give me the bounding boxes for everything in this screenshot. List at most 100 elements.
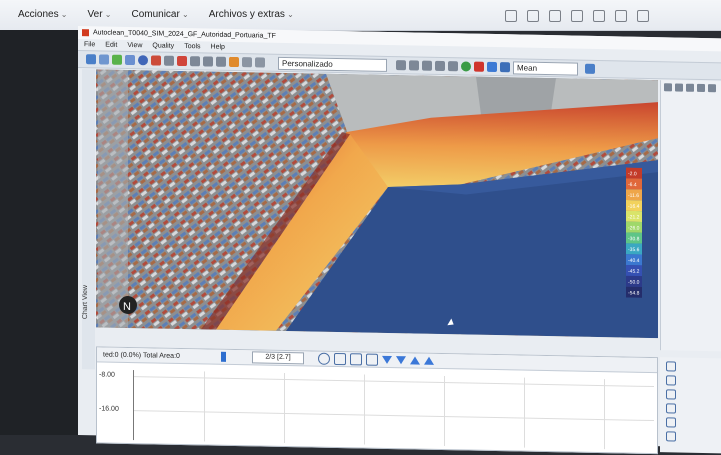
bathymetry-map[interactable]: N -2.0 -6.4 -11.6 -16.4 -21.2 -26.0 -30.8 -35.6… (96, 69, 658, 339)
profile-slider[interactable] (221, 351, 226, 362)
profile-select[interactable]: Personalizado (278, 56, 387, 72)
delete-icon[interactable] (474, 61, 484, 72)
legend-label: -35.6 (628, 247, 640, 253)
svg-text:N: N (123, 301, 131, 313)
close-icon[interactable] (697, 83, 705, 93)
menu-help[interactable]: Help (211, 44, 225, 51)
grid-icon[interactable] (396, 60, 406, 71)
down-arrow-icon[interactable] (382, 355, 392, 365)
light-icon[interactable] (686, 83, 694, 92)
depth-legend: -2.0 -6.4 -11.6 -16.4 -21.2 -26.0 -30.8 -35.6 -4… (626, 167, 642, 298)
open-icon[interactable] (86, 54, 96, 65)
menu-ver[interactable]: Ver (88, 9, 112, 20)
file-icon[interactable] (615, 10, 627, 22)
monitor-icon[interactable] (505, 10, 517, 22)
pan-icon[interactable] (203, 56, 213, 67)
legend-label: -21.2 (628, 214, 640, 220)
hexagon-icon[interactable] (666, 375, 676, 386)
app-title: Autoclean_T0040_SIM_2024_GF_Autoridad_Po… (93, 29, 276, 40)
legend-label: -30.8 (628, 236, 640, 242)
profile-chart: ted:0 (0.0%) Total Area:0 2/3 [2.7] -8.0… (96, 346, 658, 455)
right-panel (660, 80, 721, 352)
page-indicator[interactable]: 2/3 [2.7] (252, 351, 304, 365)
globe-icon[interactable] (138, 55, 148, 66)
move-icon[interactable] (350, 353, 362, 366)
legend-label: -2.0 (628, 171, 637, 177)
save-icon[interactable] (99, 54, 109, 65)
menu-edit[interactable]: Edit (105, 42, 117, 49)
grid-line (604, 379, 605, 450)
surface-icon[interactable] (487, 61, 497, 73)
menu-view[interactable]: View (127, 42, 142, 49)
emoji-icon[interactable] (571, 10, 583, 22)
select-icon[interactable] (164, 55, 174, 66)
outer-icons (505, 10, 649, 22)
zoom-icon[interactable] (190, 56, 200, 67)
redo-icon[interactable] (255, 57, 265, 68)
download-icon[interactable] (637, 10, 649, 22)
legend-label: -45.2 (628, 269, 640, 275)
image-icon[interactable] (666, 417, 676, 428)
up-arrow-2-icon[interactable] (424, 356, 434, 365)
rotate-icon[interactable] (318, 352, 330, 365)
menu-quality[interactable]: Quality (152, 42, 174, 49)
wand-icon[interactable] (448, 61, 458, 72)
y-tick-label: -8.00 (99, 371, 115, 379)
fit-icon[interactable] (334, 352, 346, 366)
window-icon[interactable] (549, 10, 561, 22)
up-arrow-icon[interactable] (410, 356, 420, 365)
map-svg: N (96, 69, 658, 339)
brush-icon[interactable] (422, 60, 432, 71)
expand-icon[interactable] (366, 353, 378, 366)
grid-line (134, 376, 654, 388)
status-text: ted:0 (0.0%) Total Area:0 (103, 350, 180, 360)
statistic-icon[interactable] (500, 62, 510, 73)
y-tick-label: -16.00 (99, 405, 119, 413)
screen-share-icon[interactable] (593, 10, 605, 22)
lasso-icon[interactable] (435, 60, 445, 72)
app-logo-icon (82, 29, 89, 37)
legend-label: -54.8 (628, 290, 640, 296)
measure-icon[interactable] (216, 56, 226, 67)
pin-icon[interactable] (177, 55, 187, 67)
menu-comunicar[interactable]: Comunicar (131, 9, 188, 20)
grid-line (284, 372, 285, 443)
settings-icon[interactable] (585, 63, 595, 74)
down-arrow-2-icon[interactable] (396, 356, 406, 365)
search-icon[interactable] (666, 361, 676, 372)
star-icon[interactable] (708, 84, 716, 93)
refresh-icon[interactable] (461, 61, 471, 72)
add-icon[interactable] (112, 54, 122, 65)
menu-archivos[interactable]: Archivos y extras (209, 9, 294, 20)
chart-view-tab[interactable]: Chart View (82, 285, 89, 319)
profile-side-tools (660, 357, 721, 454)
undo-icon[interactable] (242, 57, 252, 68)
edit-icon[interactable] (666, 403, 676, 414)
target-icon[interactable] (666, 389, 676, 400)
app-window: Autoclean_T0040_SIM_2024_GF_Autoridad_Po… (78, 26, 721, 455)
legend-label: -26.0 (628, 225, 640, 231)
layer-icon[interactable] (125, 54, 135, 66)
statistic-select[interactable]: Mean (513, 60, 578, 76)
grid-line (204, 371, 205, 442)
outer-menu: Acciones Ver Comunicar Archivos y extras (18, 9, 294, 20)
edit-icon[interactable] (151, 55, 161, 66)
zoom-in-icon[interactable] (664, 83, 672, 92)
profile-plot-area[interactable] (133, 370, 654, 451)
legend-label: -11.6 (628, 193, 639, 199)
filter-icon[interactable] (409, 60, 419, 71)
grid-line (444, 376, 445, 447)
zoom-box-icon[interactable] (675, 83, 683, 92)
menu-file[interactable]: File (84, 41, 95, 48)
chat-icon[interactable] (527, 10, 539, 22)
menu-acciones[interactable]: Acciones (18, 9, 68, 20)
right-panel-toolbar (661, 80, 721, 95)
legend-label: -50.0 (628, 279, 640, 285)
left-dock: Chart View (82, 69, 95, 370)
menu-tools[interactable]: Tools (184, 43, 200, 50)
legend-label: -6.4 (628, 182, 637, 188)
pen-icon[interactable] (666, 431, 676, 442)
legend-label: -16.4 (628, 204, 640, 210)
grid-line (364, 374, 365, 445)
chart-icon[interactable] (229, 56, 239, 68)
